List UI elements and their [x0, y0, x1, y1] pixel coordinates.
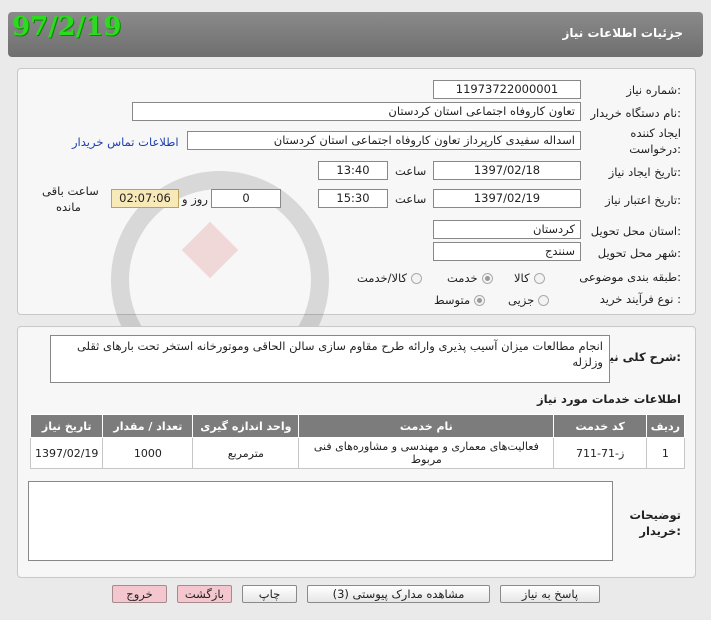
need-number-label: شماره نیاز: — [626, 83, 681, 97]
category-radio-goods[interactable] — [533, 272, 545, 284]
cell-unit: مترمربع — [192, 437, 300, 469]
print-button[interactable]: چاپ — [242, 585, 297, 603]
services-table: ردیف کد خدمت نام خدمت واحد اندازه گیری ت… — [29, 414, 686, 469]
buyer-notes-label-2: خریدار: — [639, 524, 681, 538]
category-radio-service[interactable] — [481, 272, 493, 284]
services-title: اطلاعات خدمات مورد نیاز — [537, 392, 681, 406]
cell-name: فعالیت‌های معماری و مهندسی و مشاوره‌های … — [298, 437, 555, 469]
col-qty: تعداد / مقدار — [102, 414, 194, 438]
buyer-notes-box — [28, 481, 613, 561]
remaining-days-field: 0 — [211, 189, 281, 208]
validity-date-field: 1397/02/19 — [433, 189, 581, 208]
province-label: استان محل تحویل: — [590, 224, 681, 238]
requester-label-1: ایجاد کننده — [630, 126, 681, 140]
remaining-time-field: 02:07:06 — [111, 189, 179, 208]
remaining-time-label-1: ساعت باقی — [42, 184, 99, 198]
requester-label-2: درخواست: — [629, 142, 681, 156]
description-box: انجام مطالعات میزان آسیب پذیری وارائه طر… — [50, 335, 610, 383]
reply-button[interactable]: پاسخ به نیاز — [500, 585, 600, 603]
exit-button[interactable]: خروج — [112, 585, 167, 603]
cell-qty: 1000 — [102, 437, 194, 469]
process-radio-medium[interactable] — [474, 294, 486, 306]
buyer-org-label: نام دستگاه خریدار: — [590, 106, 681, 120]
process-option-minor[interactable]: جزیی — [508, 293, 550, 307]
col-unit: واحد اندازه گیری — [192, 414, 300, 438]
city-label: شهر محل تحویل: — [597, 246, 681, 260]
category-label: طبقه بندی موضوعی: — [579, 270, 681, 284]
validity-date-label: تاریخ اعتبار نیاز: — [605, 193, 681, 207]
province-field: کردستان — [433, 220, 581, 239]
cell-code: ز-71-711 — [553, 437, 647, 469]
validity-time-field: 15:30 — [318, 189, 388, 208]
process-radio-minor[interactable] — [538, 294, 550, 306]
process-label: نوع فرآیند خرید : — [599, 292, 681, 306]
created-time-field: 13:40 — [318, 161, 388, 180]
contact-buyer-link[interactable]: اطلاعات تماس خریدار — [72, 135, 179, 149]
col-code: کد خدمت — [553, 414, 647, 438]
cell-date: 1397/02/19 — [29, 437, 104, 469]
col-date: تاریخ نیاز — [29, 414, 104, 438]
back-button[interactable]: بازگشت — [177, 585, 232, 603]
date-stamp: 97/2/19 — [12, 12, 122, 42]
validity-time-label: ساعت — [395, 192, 427, 206]
table-row: 1 ز-71-711 فعالیت‌های معماری و مهندسی و … — [29, 437, 686, 469]
buyer-org-field: تعاون کاروفاه اجتماعی استان کردستان — [132, 102, 581, 121]
col-row: ردیف — [645, 414, 686, 438]
created-date-field: 1397/02/18 — [433, 161, 581, 180]
description-label: شرح کلی نیاز: — [598, 350, 681, 364]
category-option-service[interactable]: خدمت — [447, 271, 493, 285]
cell-row: 1 — [645, 437, 686, 469]
remaining-time-label-2: مانده — [56, 200, 81, 214]
buyer-notes-label-1: توضیحات — [629, 508, 682, 522]
services-table-header: ردیف کد خدمت نام خدمت واحد اندازه گیری ت… — [29, 414, 686, 438]
attachments-button[interactable]: مشاهده مدارک پیوستی (3) — [307, 585, 490, 603]
requester-field: اسداله سفیدی کارپرداز تعاون کاروفاه اجتم… — [187, 131, 581, 150]
city-field: سنندج — [433, 242, 581, 261]
category-radio-both[interactable] — [411, 272, 423, 284]
created-time-label: ساعت — [395, 164, 427, 178]
category-option-goods[interactable]: کالا — [514, 271, 545, 285]
created-date-label: تاریخ ایجاد نیاز: — [608, 165, 681, 179]
page-title: جزئیات اطلاعات نیاز — [562, 26, 683, 40]
need-number-field: 1197372200000‌1 — [433, 80, 581, 99]
col-name: نام خدمت — [298, 414, 555, 438]
process-option-medium[interactable]: متوسط — [434, 293, 486, 307]
category-option-both[interactable]: کالا/خدمت — [357, 271, 423, 285]
remaining-days-label: روز و — [182, 192, 208, 206]
